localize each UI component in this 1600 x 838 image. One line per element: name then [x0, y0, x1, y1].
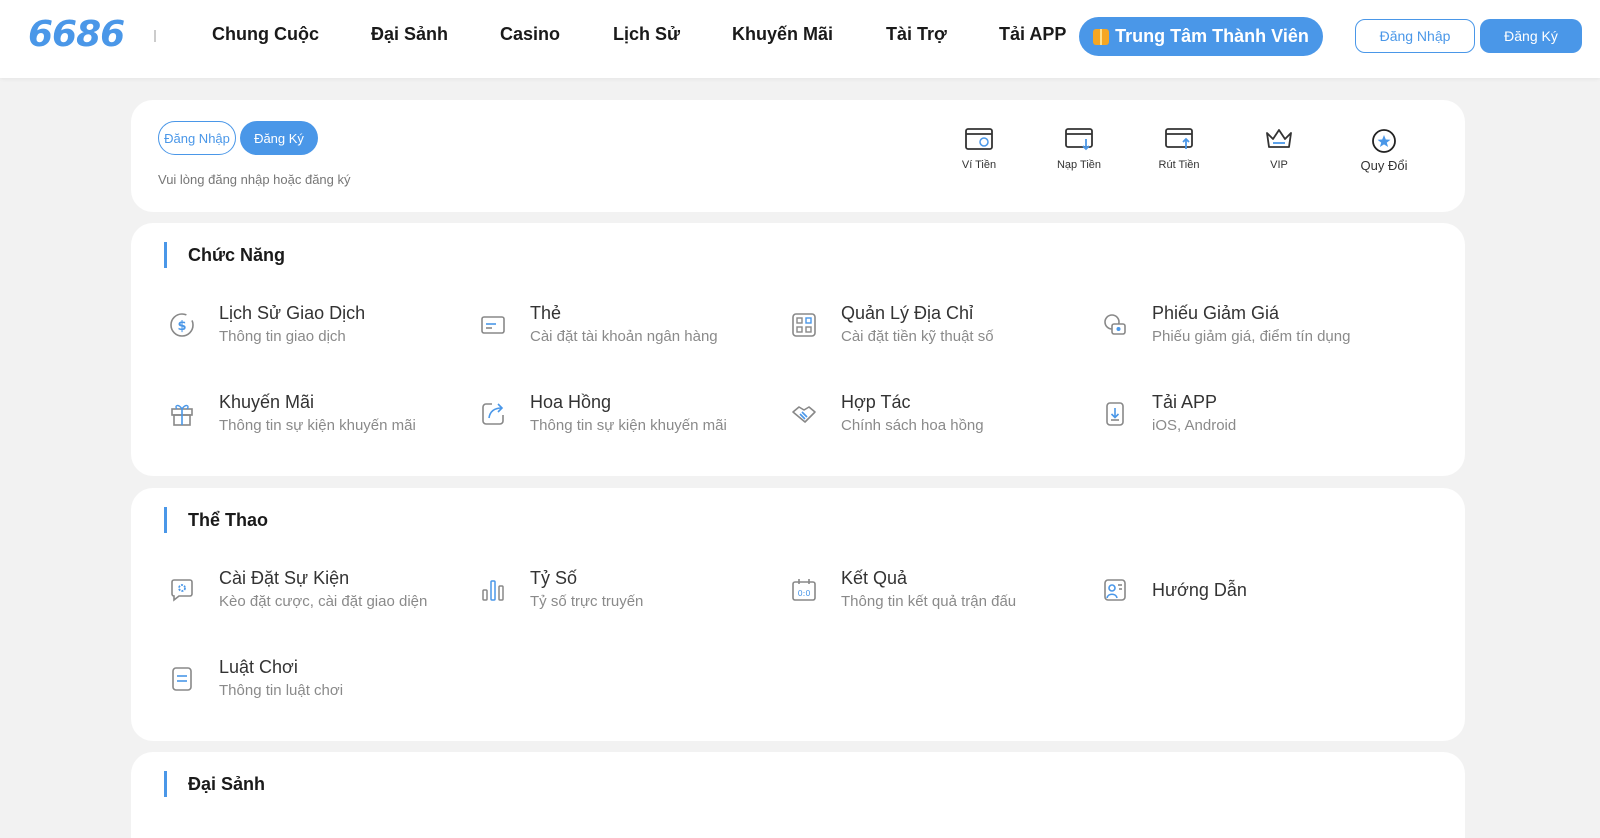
dollar-cycle-icon: $ — [170, 313, 194, 337]
svg-text:$: $ — [177, 319, 186, 334]
rules-icon — [172, 667, 192, 691]
quick-withdraw[interactable]: Rút Tiền — [1139, 126, 1219, 171]
sport-title: Tỷ Số — [530, 568, 578, 588]
func-subtitle: Chính sách hoa hồng — [841, 417, 984, 434]
func-title: Lịch Sử Giao Dịch — [219, 303, 366, 323]
func-title: Hoa Hồng — [530, 392, 612, 412]
handshake-icon — [792, 406, 816, 423]
func-subtitle: Thông tin giao dịch — [219, 328, 346, 345]
nav-dai-sanh[interactable]: Đại Sảnh — [371, 24, 448, 45]
crown-icon — [1266, 129, 1292, 148]
logo-divider — [154, 30, 156, 42]
nav-tai-app[interactable]: Tải APP — [999, 24, 1066, 45]
func-subtitle: Phiếu giảm giá, điểm tín dụng — [1152, 328, 1351, 345]
chat-gear-icon — [171, 579, 193, 602]
functions-title: Chức Năng — [164, 242, 285, 268]
sport-title: Kết Quả — [841, 568, 908, 588]
nav-lich-su[interactable]: Lịch Sử — [613, 24, 680, 45]
func-promotion[interactable]: Khuyến Mãi Thông tin sự kiện khuyến mãi — [131, 387, 431, 443]
sport-subtitle: Thông tin kết quả trận đấu — [841, 593, 1017, 610]
member-center-button[interactable]: Trung Tâm Thành Viên — [1079, 17, 1323, 56]
quick-wallet-label: Ví Tiền — [961, 159, 997, 171]
sports-title: Thể Thao — [164, 507, 268, 533]
func-title: Thẻ — [530, 303, 562, 323]
nav-casino[interactable]: Casino — [500, 24, 560, 45]
func-subtitle: Thông tin sự kiện khuyến mãi — [530, 417, 727, 434]
share-icon — [482, 403, 504, 425]
guide-icon — [1104, 579, 1126, 601]
lobby-title: Đại Sảnh — [164, 771, 265, 797]
func-title: Hợp Tác — [841, 392, 911, 412]
func-subtitle: Thông tin sự kiện khuyến mãi — [219, 417, 416, 434]
sport-score[interactable]: Tỷ Số Tỷ số trực truyến — [442, 563, 742, 619]
sports-section: Thể Thao Cài Đặt Sự Kiện Kèo đặt cược, c… — [131, 488, 1465, 741]
login-hint: Vui lòng đăng nhập hoặc đăng ký — [158, 172, 351, 187]
func-card[interactable]: Thẻ Cài đặt tài khoản ngân hàng — [442, 298, 742, 354]
quick-withdraw-label: Rút Tiền — [1158, 159, 1200, 171]
scoreboard-icon: 0:0 — [792, 579, 816, 601]
svg-text:0:0: 0:0 — [798, 589, 811, 598]
nav-tai-tro[interactable]: Tài Trợ — [886, 24, 947, 45]
func-title: Khuyến Mãi — [219, 392, 315, 412]
download-icon — [1106, 402, 1124, 426]
func-title: Phiếu Giảm Giá — [1152, 303, 1280, 323]
sport-results[interactable]: 0:0 Kết Quả Thông tin kết quả trận đấu — [753, 563, 1053, 619]
func-title: Tải APP — [1152, 392, 1218, 412]
withdraw-icon — [1165, 128, 1193, 149]
quick-vip[interactable]: VIP — [1239, 126, 1319, 171]
func-title: Quản Lý Địa Chỉ — [841, 303, 974, 323]
sport-subtitle: Tỷ số trực truyến — [530, 593, 644, 610]
header-login-button[interactable]: Đăng Nhập — [1355, 19, 1475, 53]
top-header: 6686 Chung Cuộc Đại Sảnh Casino Lịch Sử … — [0, 0, 1600, 78]
func-subtitle: iOS, Android — [1152, 417, 1237, 434]
coupon-icon — [1104, 314, 1126, 335]
quick-exchange[interactable]: Quy Đổi — [1344, 126, 1424, 173]
sport-event-settings[interactable]: Cài Đặt Sự Kiện Kèo đặt cược, cài đặt gi… — [131, 563, 431, 619]
header-register-button[interactable]: Đăng Ký — [1480, 19, 1582, 53]
lobby-section: Đại Sảnh — [131, 752, 1465, 838]
register-button[interactable]: Đăng Ký — [240, 121, 318, 155]
sport-rules[interactable]: Luật Chơi Thông tin luật chơi — [131, 652, 431, 708]
card-icon — [481, 316, 505, 334]
logo[interactable]: 6686 — [28, 14, 125, 55]
func-subtitle: Cài đặt tài khoản ngân hàng — [530, 328, 718, 345]
login-button[interactable]: Đăng Nhập — [158, 121, 236, 155]
star-circle-icon — [1372, 129, 1396, 153]
quick-wallet[interactable]: Ví Tiền — [939, 126, 1019, 171]
member-center-label: Trung Tâm Thành Viên — [1115, 26, 1309, 46]
nav-chung-cuoc[interactable]: Chung Cuộc — [212, 24, 319, 45]
quick-vip-label: VIP — [1270, 159, 1288, 171]
sport-subtitle: Kèo đặt cược, cài đặt giao diện — [219, 593, 428, 610]
func-address-management[interactable]: Quản Lý Địa Chỉ Cài đặt tiền kỹ thuật số — [753, 298, 1053, 354]
sport-subtitle: Thông tin luật chơi — [219, 682, 344, 699]
func-coupon[interactable]: Phiếu Giảm Giá Phiếu giảm giá, điểm tín … — [1064, 298, 1364, 354]
func-partnership[interactable]: Hợp Tác Chính sách hoa hồng — [753, 387, 1053, 443]
qr-icon — [792, 313, 816, 337]
quick-exchange-label: Quy Đổi — [1360, 158, 1408, 173]
nav-khuyen-mai[interactable]: Khuyến Mãi — [732, 24, 833, 45]
sport-title: Luật Chơi — [219, 657, 298, 677]
quick-deposit[interactable]: Nạp Tiền — [1039, 126, 1119, 171]
user-card: Đăng Nhập Đăng Ký Vui lòng đăng nhập hoặ… — [131, 100, 1465, 212]
func-commission[interactable]: Hoa Hồng Thông tin sự kiện khuyến mãi — [442, 387, 742, 443]
sport-guide[interactable]: Hướng Dẫn — [1064, 563, 1364, 619]
sport-title: Cài Đặt Sự Kiện — [219, 568, 350, 588]
sport-title: Hướng Dẫn — [1152, 580, 1247, 600]
gift-box-icon — [171, 404, 193, 426]
gift-icon — [1093, 28, 1110, 45]
wallet-icon — [965, 128, 993, 150]
quick-deposit-label: Nạp Tiền — [1056, 159, 1102, 171]
bar-chart-icon — [482, 580, 504, 601]
func-subtitle: Cài đặt tiền kỹ thuật số — [841, 328, 994, 345]
functions-section: Chức Năng $ Lịch Sử Giao Dịch Thông tin … — [131, 223, 1465, 476]
deposit-icon — [1065, 128, 1093, 151]
func-transaction-history[interactable]: $ Lịch Sử Giao Dịch Thông tin giao dịch — [131, 298, 431, 354]
func-download-app[interactable]: Tải APP iOS, Android — [1064, 387, 1364, 443]
